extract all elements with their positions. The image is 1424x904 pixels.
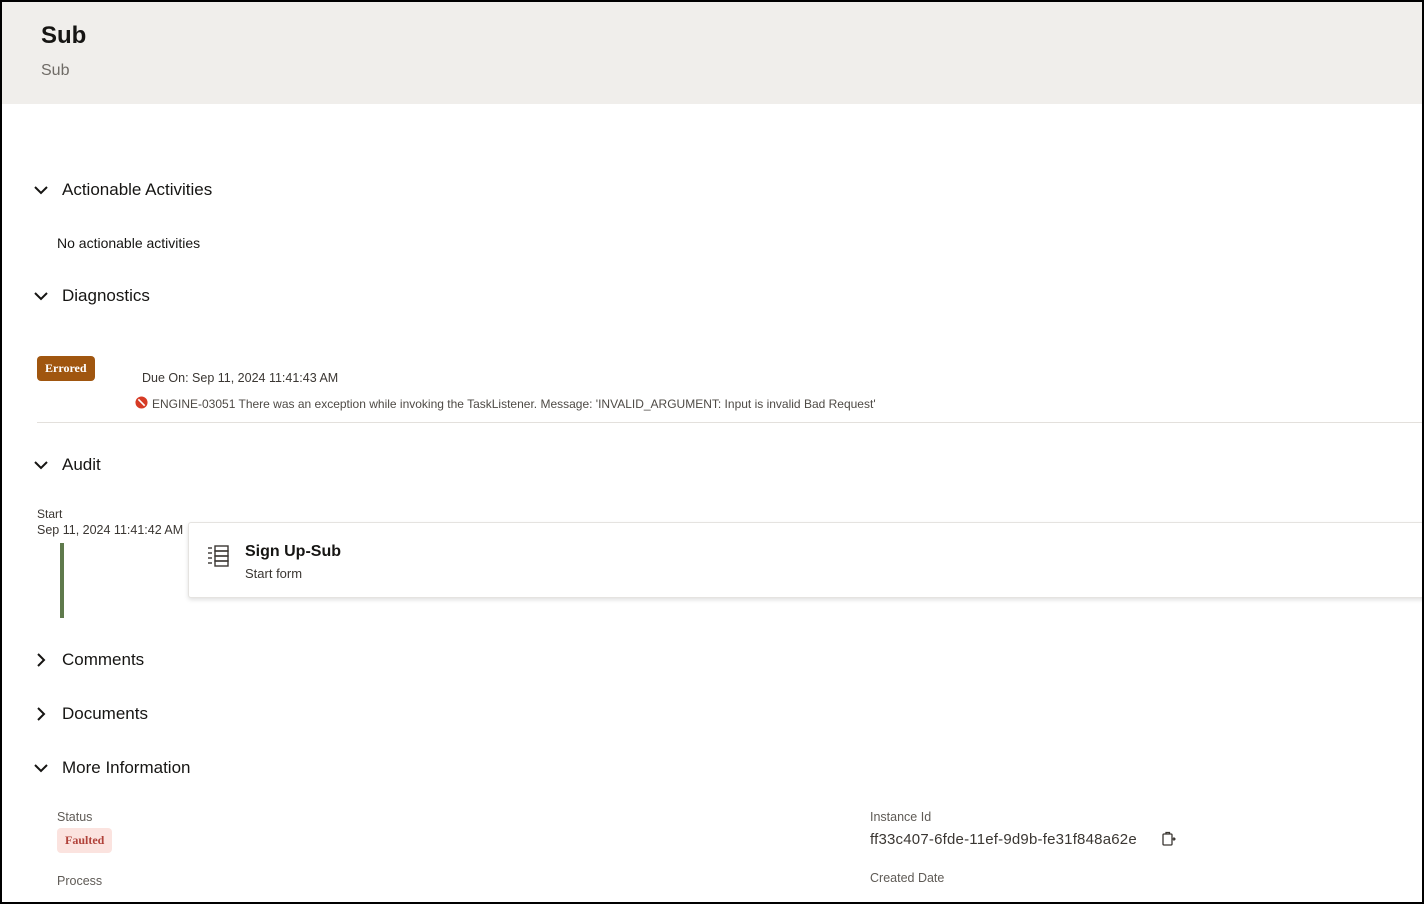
page-frame: Sub Sub Actionable Activities No actiona… xyxy=(0,0,1424,904)
audit-timeline-bar xyxy=(60,543,64,618)
section-actionable-activities[interactable]: Actionable Activities xyxy=(32,177,212,203)
audit-start-label: Start xyxy=(37,507,63,521)
audit-item-card[interactable]: Sign Up-Sub Start form xyxy=(188,522,1422,598)
copy-icon[interactable] xyxy=(1160,831,1176,847)
section-more-information[interactable]: More Information xyxy=(32,755,191,781)
section-label: More Information xyxy=(62,758,191,777)
chevron-down-icon xyxy=(32,287,50,305)
due-on-text: Due On: Sep 11, 2024 11:41:43 AM xyxy=(142,371,339,385)
audit-item-title: Sign Up-Sub xyxy=(245,543,341,560)
status-badge: Faulted xyxy=(57,828,113,853)
error-icon xyxy=(135,396,148,409)
status-label: Status xyxy=(57,810,93,824)
section-comments[interactable]: Comments xyxy=(32,647,144,673)
section-label: Comments xyxy=(62,650,145,669)
chevron-down-icon xyxy=(32,456,50,474)
section-documents[interactable]: Documents xyxy=(32,701,148,727)
list-form-icon xyxy=(207,544,231,568)
divider xyxy=(37,422,1422,423)
chevron-down-icon xyxy=(32,181,50,199)
page-subtitle: Sub xyxy=(41,62,70,79)
errored-badge: Errored xyxy=(37,356,95,381)
section-label: Diagnostics xyxy=(62,286,150,305)
section-diagnostics[interactable]: Diagnostics xyxy=(32,283,150,309)
chevron-down-icon xyxy=(32,759,50,777)
section-label: Documents xyxy=(62,704,148,723)
instance-id-value: ff33c407-6fde-11ef-9d9b-fe31f848a62e xyxy=(870,831,1137,848)
chevron-right-icon xyxy=(32,651,50,669)
section-label: Audit xyxy=(62,455,101,474)
section-audit[interactable]: Audit xyxy=(32,452,101,478)
page-title: Sub xyxy=(41,22,87,49)
section-label: Actionable Activities xyxy=(62,180,213,199)
process-label: Process xyxy=(57,874,103,888)
audit-item-subtitle: Start form xyxy=(245,566,303,581)
chevron-right-icon xyxy=(32,705,50,723)
empty-actionable-text: No actionable activities xyxy=(57,235,201,251)
error-message: ENGINE-03051 There was an exception whil… xyxy=(152,397,876,411)
created-date-label: Created Date xyxy=(870,871,945,885)
instance-id-label: Instance Id xyxy=(870,810,932,824)
page-header: Sub Sub xyxy=(2,2,1422,104)
audit-start-time: Sep 11, 2024 11:41:42 AM xyxy=(37,523,184,537)
